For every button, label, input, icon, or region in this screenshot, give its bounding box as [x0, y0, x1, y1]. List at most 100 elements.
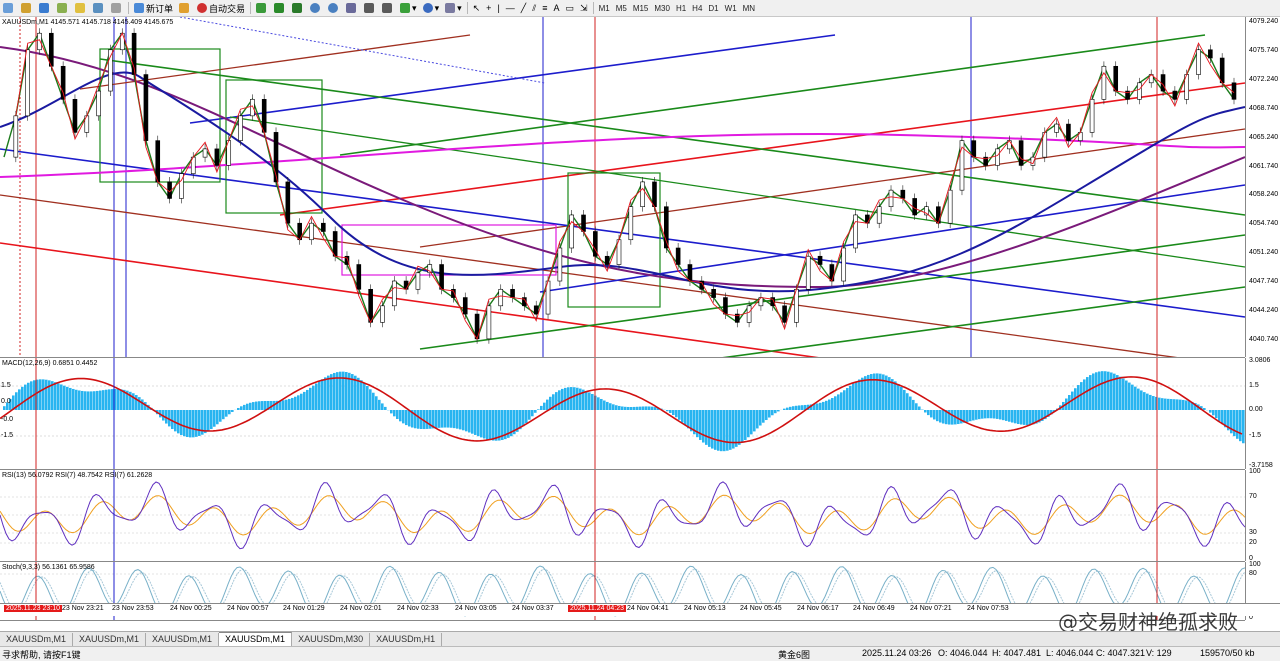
price-scale[interactable]: 4079.2404075.7404072.2404068.7404065.240… [1245, 17, 1280, 357]
strategy-tester-button[interactable] [109, 1, 125, 15]
candle-body [487, 306, 491, 339]
label-tool[interactable]: ▭ [564, 1, 577, 15]
macd-chart[interactable] [0, 358, 1245, 469]
tile-windows-button[interactable] [344, 1, 360, 15]
macd-histogram-bar [681, 410, 684, 422]
timeframe-h4[interactable]: H4 [689, 4, 705, 13]
new-chart-button[interactable] [1, 1, 17, 15]
macd-histogram-bar [459, 410, 462, 429]
channel-tool[interactable]: ⫽ [530, 1, 538, 15]
line-chart-button[interactable] [290, 1, 306, 15]
macd-histogram-bar [699, 410, 702, 440]
macd-histogram-bar [120, 389, 123, 410]
chart-tab[interactable]: XAUUSDm,M1 [219, 632, 292, 646]
macd-histogram-bar [402, 410, 405, 423]
chart-tab[interactable]: XAUUSDm,M1 [146, 633, 219, 646]
chart-tab[interactable]: XAUUSDm,H1 [370, 633, 442, 646]
new-order-button[interactable]: 新订单 [132, 1, 175, 15]
toolbar-separator [593, 2, 594, 14]
chart-shift-button[interactable] [362, 1, 378, 15]
cursor-tool[interactable]: ↖ [471, 1, 483, 15]
auto-scroll-button[interactable] [380, 1, 396, 15]
macd-histogram-bar [1149, 395, 1152, 410]
macd-histogram-bar [132, 393, 135, 410]
macd-histogram-bar [723, 410, 726, 451]
metaeditor-button[interactable] [177, 1, 193, 15]
indicators-button[interactable]: ▾ [398, 1, 419, 15]
templates-button[interactable]: ▾ [443, 1, 464, 15]
macd-histogram-bar [1170, 399, 1173, 410]
status-profile[interactable]: 黄金6图 [778, 648, 810, 661]
macd-histogram-bar [1011, 410, 1014, 423]
timeframe-d1[interactable]: D1 [705, 4, 721, 13]
timeframe-m1[interactable]: M1 [596, 4, 613, 13]
data-window-button[interactable] [55, 1, 71, 15]
macd-histogram-bar [579, 389, 582, 410]
fibonacci-tool[interactable]: ≡ [540, 1, 549, 15]
zoom-out-button[interactable] [326, 1, 342, 15]
profiles-button[interactable] [19, 1, 35, 15]
bar-chart-button[interactable] [254, 1, 270, 15]
macd-histogram-bar [3, 406, 6, 410]
timeframe-w1[interactable]: W1 [722, 4, 740, 13]
macd-histogram-bar [330, 374, 333, 410]
macd-histogram-bar [309, 388, 312, 410]
macd-scale[interactable]: 3.08061.50.00-1.5-3.7158 [1245, 358, 1280, 469]
macd-histogram-bar [441, 410, 444, 428]
timeframe-mn[interactable]: MN [740, 4, 758, 13]
macd-histogram-bar [609, 403, 612, 410]
macd-histogram-bar [828, 400, 831, 410]
macd-tick-label: 0.00 [1249, 406, 1263, 413]
auto-trading-button[interactable]: 自动交易 [195, 1, 247, 15]
macd-histogram-bar [981, 410, 984, 419]
price-chart[interactable] [0, 17, 1245, 357]
timeframe-m30[interactable]: M30 [651, 4, 673, 13]
macd-histogram-bar [1185, 400, 1188, 410]
label-icon: ▭ [566, 3, 575, 14]
chart-tab[interactable]: XAUUSDm,M1 [0, 633, 73, 646]
navigator-button[interactable] [73, 1, 89, 15]
trendline-tool[interactable]: ╱ [519, 1, 528, 15]
time-tick-label: 24 Nov 04:41 [627, 605, 669, 612]
line-chart-icon [292, 3, 302, 13]
candlestick-button[interactable] [272, 1, 288, 15]
price-tick-label: 4065.240 [1249, 134, 1278, 141]
macd-histogram-bar [471, 410, 474, 434]
timeframe-m5[interactable]: M5 [613, 4, 630, 13]
candle-body [1173, 91, 1177, 99]
candle-body [570, 215, 574, 248]
rsi-chart[interactable] [0, 470, 1245, 561]
price-panel[interactable]: XAUUSDm,M1 4145.571 4145.718 4145.409 41… [0, 17, 1245, 358]
macd-histogram-bar [939, 410, 942, 423]
macd-histogram-bar [1002, 410, 1005, 420]
macd-histogram-bar [438, 410, 441, 428]
macd-histogram-bar [1161, 398, 1164, 410]
text-tool[interactable]: A [551, 1, 561, 15]
terminal-button[interactable] [91, 1, 107, 15]
macd-histogram-bar [1095, 372, 1098, 410]
macd-histogram-bar [990, 410, 993, 418]
macd-histogram-bar [738, 410, 741, 445]
macd-histogram-bar [312, 386, 315, 410]
macd-panel[interactable]: MACD(12,26,9) 0.6851 0.4452 1.50.0-0.0-1… [0, 358, 1245, 470]
rsi-scale[interactable]: 1007030200 [1245, 470, 1280, 561]
macd-histogram-bar [1107, 372, 1110, 410]
crosshair-tool[interactable]: + [484, 1, 493, 15]
chart-tab[interactable]: XAUUSDm,M1 [73, 633, 146, 646]
timeframe-h1[interactable]: H1 [673, 4, 689, 13]
macd-histogram-bar [321, 379, 324, 410]
rsi-panel[interactable]: RSI(13) 56.0792 RSI(7) 48.7542 RSI(7) 61… [0, 470, 1245, 562]
chart-tab[interactable]: XAUUSDm,M30 [292, 633, 370, 646]
price-tick-label: 4047.740 [1249, 278, 1278, 285]
timeframe-m15[interactable]: M15 [630, 4, 652, 13]
macd-histogram-bar [66, 387, 69, 410]
vertical-line-tool[interactable]: | [495, 1, 501, 15]
macd-histogram-bar [666, 410, 669, 411]
zoom-in-button[interactable] [308, 1, 324, 15]
macd-histogram-bar [81, 391, 84, 410]
time-tick-label: 24 Nov 01:29 [283, 605, 325, 612]
horizontal-line-tool[interactable]: — [504, 1, 517, 15]
arrow-tool[interactable]: ⇲ [578, 1, 590, 15]
periods-button[interactable]: ▾ [421, 1, 442, 15]
market-watch-button[interactable] [37, 1, 53, 15]
